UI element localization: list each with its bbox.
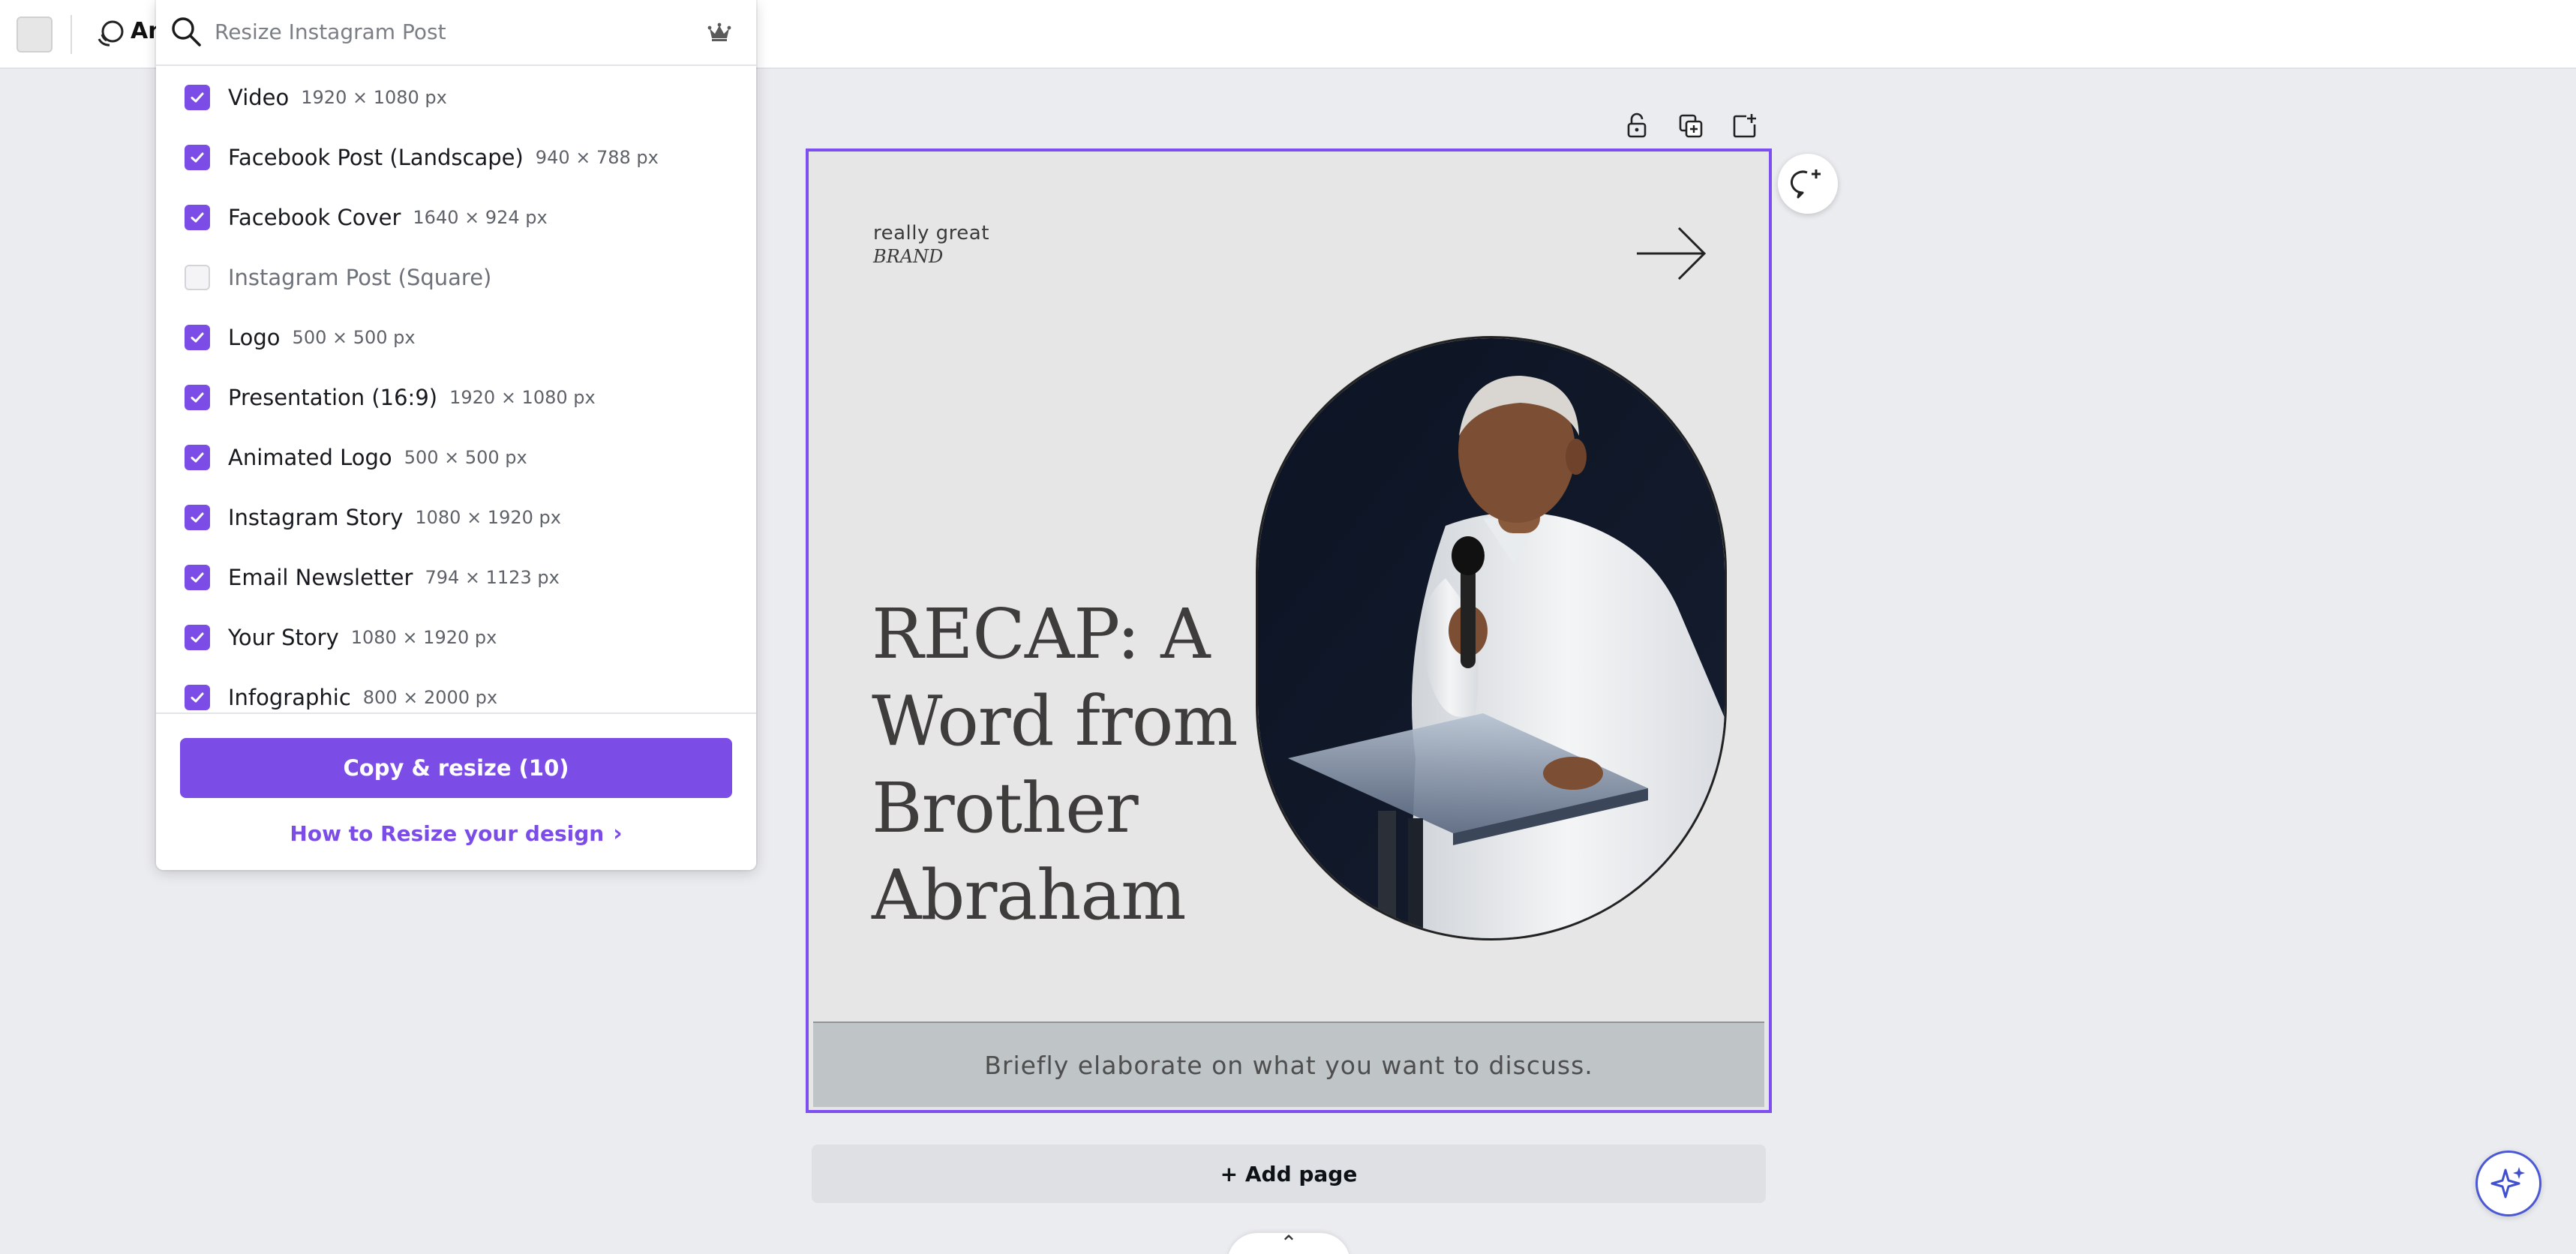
- caption-bar[interactable]: Briefly elaborate on what you want to di…: [813, 1022, 1764, 1107]
- add-page-button[interactable]: + Add page: [812, 1144, 1766, 1203]
- checkbox-checked[interactable]: [185, 145, 210, 170]
- resize-option-logo[interactable]: Logo 500 × 500 px: [156, 308, 756, 368]
- brand-tagline[interactable]: really great: [873, 222, 989, 244]
- resize-option-facebook-post-landscape[interactable]: Facebook Post (Landscape) 940 × 788 px: [156, 128, 756, 188]
- headline-line: Brother: [872, 768, 1139, 848]
- arrow-right-icon[interactable]: [1634, 224, 1709, 284]
- comment-add-icon: [1791, 170, 1821, 199]
- option-size: 940 × 788 px: [535, 147, 659, 168]
- brand-name[interactable]: BRAND: [873, 246, 943, 267]
- resize-search-input[interactable]: [215, 14, 680, 50]
- headline-line: RECAP: A: [872, 594, 1211, 674]
- option-label: Animated Logo: [228, 445, 392, 470]
- option-label: Infographic: [228, 685, 351, 710]
- checkbox-checked[interactable]: [185, 85, 210, 110]
- resize-option-email-newsletter[interactable]: Email Newsletter 794 × 1123 px: [156, 548, 756, 608]
- headline-line: Abraham: [872, 855, 1187, 935]
- resize-options-list[interactable]: Video 1920 × 1080 px Facebook Post (Land…: [156, 68, 756, 712]
- option-size: 500 × 500 px: [292, 327, 416, 348]
- option-label: Instagram Post (Square): [228, 265, 492, 290]
- resize-option-infographic[interactable]: Infographic 800 × 2000 px: [156, 668, 756, 712]
- page-toolbar: [1620, 110, 1770, 144]
- add-comment-button[interactable]: [1778, 154, 1838, 214]
- resize-option-animated-logo[interactable]: Animated Logo 500 × 500 px: [156, 428, 756, 488]
- add-page-icon[interactable]: [1728, 110, 1761, 142]
- option-label: Email Newsletter: [228, 565, 413, 590]
- option-size: 1640 × 924 px: [413, 207, 548, 228]
- resize-option-video[interactable]: Video 1920 × 1080 px: [156, 68, 756, 128]
- resize-dropdown-panel: Video 1920 × 1080 px Facebook Post (Land…: [156, 0, 756, 870]
- option-label: Video: [228, 85, 290, 110]
- resize-panel-footer: Copy & resize (10) How to Resize your de…: [156, 712, 756, 870]
- option-label: Instagram Story: [228, 505, 404, 530]
- magic-assistant-button[interactable]: [2475, 1150, 2541, 1216]
- resize-option-presentation[interactable]: Presentation (16:9) 1920 × 1080 px: [156, 368, 756, 428]
- animate-icon[interactable]: [92, 15, 129, 52]
- option-size: 1080 × 1920 px: [415, 507, 561, 528]
- checkbox-checked[interactable]: [185, 625, 210, 650]
- copy-and-resize-button[interactable]: Copy & resize (10): [180, 738, 732, 798]
- checkbox-checked[interactable]: [185, 505, 210, 530]
- design-page-content: really great BRAND RECAP: A Word from Br…: [813, 156, 1764, 1107]
- option-label: Presentation (16:9): [228, 385, 438, 410]
- checkbox-checked[interactable]: [185, 565, 210, 590]
- speaker-photo[interactable]: [1256, 336, 1727, 940]
- resize-option-instagram-story[interactable]: Instagram Story 1080 × 1920 px: [156, 488, 756, 548]
- checkbox-checked[interactable]: [185, 385, 210, 410]
- duplicate-page-icon[interactable]: [1674, 110, 1707, 142]
- checkbox-checked[interactable]: [185, 685, 210, 710]
- option-size: 794 × 1123 px: [425, 567, 560, 588]
- option-label: Your Story: [228, 625, 339, 650]
- background-color-swatch[interactable]: [17, 16, 53, 52]
- sparkle-icon: [2490, 1167, 2525, 1198]
- toolbar-divider: [71, 15, 72, 54]
- chevron-up-icon: ⌃: [1280, 1231, 1298, 1254]
- checkbox-disabled: [185, 265, 210, 290]
- option-size: 800 × 2000 px: [362, 687, 498, 708]
- headline-text[interactable]: RECAP: A Word from Brother Abraham: [872, 591, 1262, 939]
- search-icon: [172, 17, 201, 46]
- lock-icon[interactable]: [1620, 110, 1653, 142]
- headline-line: Word from: [872, 681, 1238, 761]
- how-to-resize-label: How to Resize your design: [290, 820, 605, 846]
- checkbox-checked[interactable]: [185, 445, 210, 470]
- checkbox-checked[interactable]: [185, 325, 210, 350]
- resize-option-your-story[interactable]: Your Story 1080 × 1920 px: [156, 608, 756, 668]
- option-label: Facebook Cover: [228, 205, 401, 230]
- option-size: 500 × 500 px: [404, 447, 527, 468]
- crown-icon: [707, 22, 731, 41]
- option-size: 1080 × 1920 px: [350, 627, 497, 648]
- design-page[interactable]: really great BRAND RECAP: A Word from Br…: [806, 148, 1772, 1113]
- resize-option-facebook-cover[interactable]: Facebook Cover 1640 × 924 px: [156, 188, 756, 248]
- resize-option-instagram-post-square: Instagram Post (Square): [156, 248, 756, 308]
- option-label: Facebook Post (Landscape): [228, 145, 524, 170]
- option-label: Logo: [228, 325, 281, 350]
- resize-search-row: [156, 0, 756, 66]
- option-size: 1920 × 1080 px: [301, 87, 447, 108]
- collapse-pages-tab[interactable]: ⌃: [1227, 1233, 1350, 1254]
- chevron-right-icon: ›: [613, 820, 623, 847]
- checkbox-checked[interactable]: [185, 205, 210, 230]
- speaker-illustration: [1258, 338, 1725, 938]
- option-size: 1920 × 1080 px: [449, 387, 596, 408]
- how-to-resize-link[interactable]: How to Resize your design ›: [156, 814, 756, 852]
